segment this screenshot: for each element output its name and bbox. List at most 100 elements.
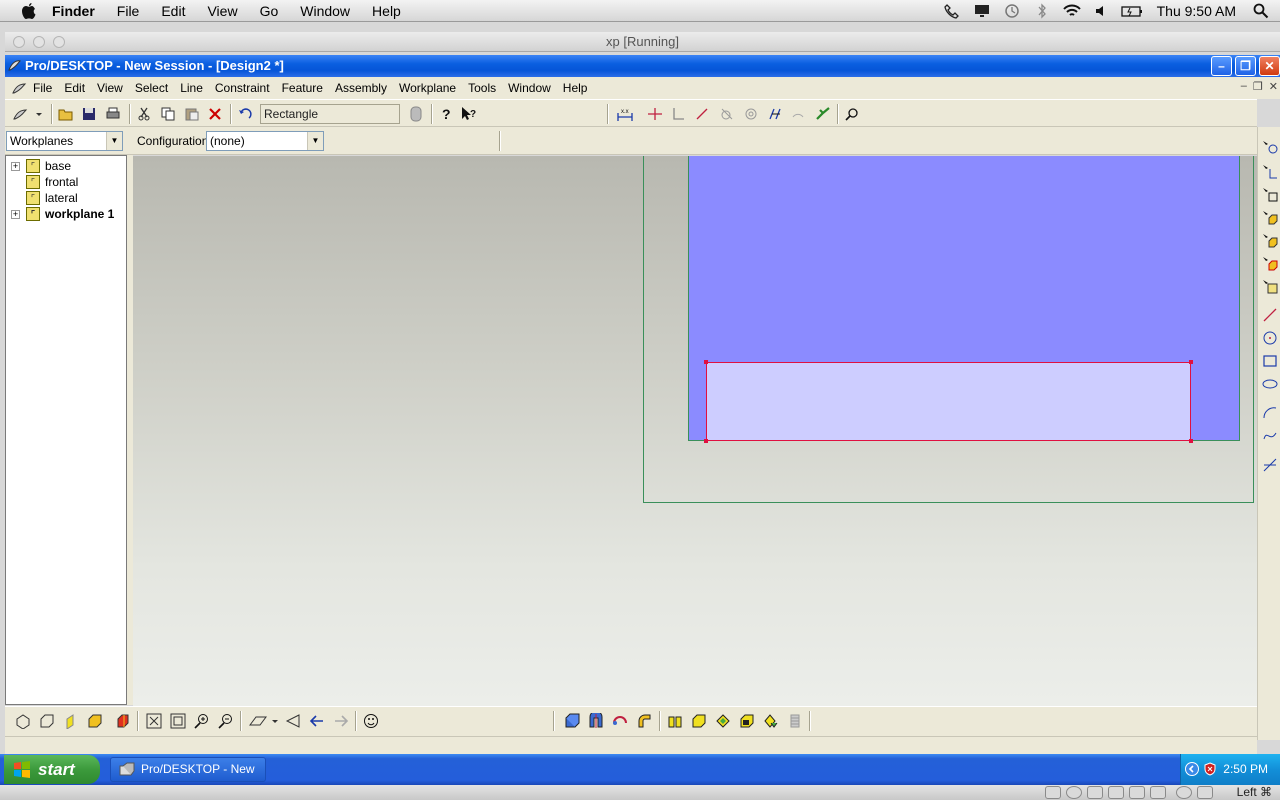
display-icon[interactable] — [971, 3, 993, 19]
mac-menu-edit[interactable]: Edit — [161, 3, 185, 19]
time-machine-icon[interactable] — [1001, 3, 1023, 19]
concentric-constraint-icon[interactable] — [741, 104, 761, 124]
document-menu-icon[interactable] — [9, 79, 29, 97]
select-features-icon[interactable] — [1260, 208, 1280, 228]
apple-menu-icon[interactable] — [20, 2, 38, 20]
trim-tool-icon[interactable] — [1260, 455, 1280, 475]
expand-icon[interactable]: + — [11, 209, 20, 219]
view-isometric-icon[interactable] — [13, 711, 33, 731]
circle-tool-icon[interactable] — [1260, 328, 1280, 348]
select-parts-icon[interactable] — [1260, 277, 1280, 297]
rectangle-tool-icon[interactable] — [1260, 351, 1280, 371]
battery-icon[interactable] — [1120, 3, 1143, 19]
symmetric-constraint-icon[interactable] — [788, 104, 808, 124]
parallel-constraint-icon[interactable] — [692, 104, 712, 124]
vm-close-button[interactable] — [13, 36, 25, 48]
spotlight-search-icon[interactable] — [1250, 3, 1272, 19]
help-icon[interactable]: ? — [436, 104, 456, 124]
menu-constraint[interactable]: Constraint — [215, 81, 270, 95]
menu-window[interactable]: Window — [508, 81, 551, 95]
menu-edit[interactable]: Edit — [64, 81, 85, 95]
thread-feature-icon[interactable] — [785, 711, 805, 731]
mouse-integration-icon[interactable] — [1176, 786, 1192, 799]
paste-icon[interactable] — [182, 104, 202, 124]
chamfer-feature-icon[interactable] — [665, 711, 685, 731]
tree-item-lateral[interactable]: ⌜ lateral — [6, 190, 78, 206]
menu-help[interactable]: Help — [563, 81, 588, 95]
ellipse-tool-icon[interactable] — [1260, 374, 1280, 394]
sketch-rectangle[interactable] — [704, 360, 1193, 443]
save-icon[interactable] — [79, 104, 99, 124]
chevron-down-icon[interactable]: ▼ — [307, 132, 323, 150]
vm-minimize-button[interactable] — [33, 36, 45, 48]
zoom-in-icon[interactable] — [192, 711, 212, 731]
tree-item-workplane-1[interactable]: + ⌜ workplane 1 — [6, 206, 114, 222]
zoom-out-icon[interactable] — [216, 711, 236, 731]
arc-tool-icon[interactable] — [1260, 402, 1280, 422]
menu-file[interactable]: File — [33, 81, 52, 95]
app-close-button[interactable]: ✕ — [1259, 56, 1280, 76]
menu-view[interactable]: View — [97, 81, 123, 95]
tree-item-frontal[interactable]: ⌜ frontal — [6, 174, 78, 190]
mac-menu-go[interactable]: Go — [260, 3, 279, 19]
document-close-button[interactable]: ✕ — [1269, 80, 1278, 93]
mac-clock[interactable]: Thu 9:50 AM — [1157, 3, 1236, 19]
zoom-fit-icon[interactable] — [144, 711, 164, 731]
find-icon[interactable] — [842, 104, 862, 124]
shell-feature-icon[interactable] — [713, 711, 733, 731]
mac-app-name[interactable]: Finder — [52, 3, 95, 19]
zoom-window-icon[interactable] — [168, 711, 188, 731]
view-wireframe-icon[interactable] — [37, 711, 57, 731]
chevron-down-icon[interactable]: ▼ — [106, 132, 122, 150]
fillet-feature-icon[interactable] — [689, 711, 709, 731]
document-restore-button[interactable]: ❐ — [1253, 80, 1263, 93]
mac-menu-window[interactable]: Window — [300, 3, 350, 19]
menu-feature[interactable]: Feature — [282, 81, 323, 95]
app-minimize-button[interactable]: – — [1211, 56, 1232, 76]
select-constraints-icon[interactable] — [1260, 185, 1280, 205]
document-minimize-button[interactable]: – — [1241, 80, 1247, 93]
browser-view-select[interactable]: Workplanes ▼ — [6, 131, 123, 151]
equal-constraint-icon[interactable] — [765, 104, 785, 124]
new-design-dropdown-icon[interactable] — [11, 104, 45, 124]
loft-feature-icon[interactable] — [634, 711, 654, 731]
sweep-feature-icon[interactable] — [610, 711, 630, 731]
menu-assembly[interactable]: Assembly — [335, 81, 387, 95]
display-settings-icon[interactable] — [1150, 786, 1166, 799]
revolve-feature-icon[interactable] — [586, 711, 606, 731]
delete-icon[interactable] — [205, 104, 225, 124]
undo-icon[interactable] — [235, 104, 255, 124]
pattern-feature-icon[interactable] — [761, 711, 781, 731]
line-tool-icon[interactable] — [1260, 305, 1280, 325]
rectangle-vertex[interactable] — [704, 360, 708, 364]
select-edges-icon[interactable] — [1260, 254, 1280, 274]
configuration-select[interactable]: (none) ▼ — [206, 131, 324, 151]
mac-menu-help[interactable]: Help — [372, 3, 401, 19]
taskbar-button-prodesktop[interactable]: Pro/DESKTOP - New ... — [110, 757, 266, 799]
view-enhanced-icon[interactable] — [113, 711, 133, 731]
update-design-icon[interactable] — [813, 104, 833, 124]
open-folder-icon[interactable] — [56, 104, 76, 124]
next-view-icon[interactable] — [331, 711, 351, 731]
select-lines-icon[interactable] — [1260, 162, 1280, 182]
menu-select[interactable]: Select — [135, 81, 168, 95]
rectangle-vertex[interactable] — [1189, 360, 1193, 364]
vm-zoom-button[interactable] — [53, 36, 65, 48]
mac-menu-view[interactable]: View — [207, 3, 237, 19]
expand-icon[interactable]: + — [11, 161, 20, 171]
host-key-arrow-icon[interactable] — [1197, 786, 1213, 799]
shared-folders-icon[interactable] — [1129, 786, 1145, 799]
coincident-constraint-icon[interactable] — [645, 104, 665, 124]
menu-line[interactable]: Line — [180, 81, 203, 95]
smiley-icon[interactable] — [361, 711, 381, 731]
app-restore-button[interactable]: ❐ — [1235, 56, 1256, 76]
phone-icon[interactable] — [941, 3, 963, 19]
previous-view-icon[interactable] — [307, 711, 327, 731]
select-workplane-icon[interactable] — [1260, 138, 1280, 158]
rectangle-vertex[interactable] — [704, 439, 708, 443]
hard-disk-icon[interactable] — [1045, 786, 1061, 799]
start-button[interactable]: start — [4, 755, 100, 784]
view-orientation-dropdown-icon[interactable] — [247, 711, 279, 731]
mac-menu-file[interactable]: File — [117, 3, 140, 19]
select-faces-icon[interactable] — [1260, 231, 1280, 251]
